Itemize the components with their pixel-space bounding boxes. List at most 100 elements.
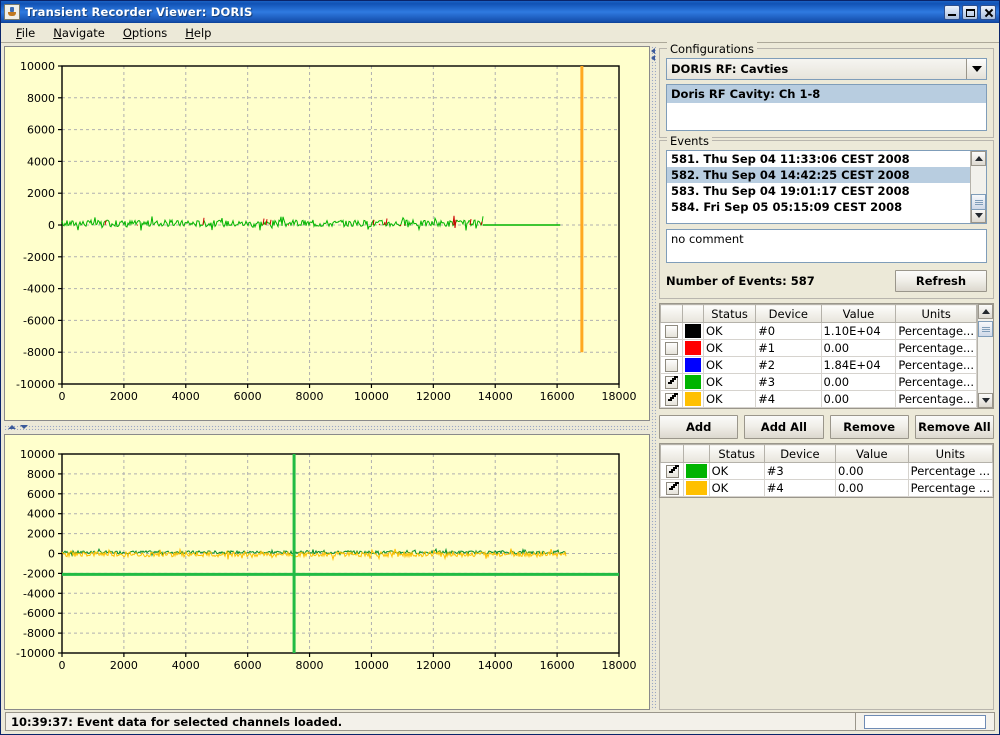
add-button[interactable]: Add xyxy=(659,415,739,439)
available-channels-table[interactable]: Status Device Value Units OK #0 1.10E+04 Pe… xyxy=(659,303,994,409)
scroll-thumb[interactable] xyxy=(971,194,986,210)
svg-text:4000: 4000 xyxy=(172,390,200,403)
checkbox-unchecked-icon[interactable] xyxy=(665,325,679,338)
close-button[interactable] xyxy=(980,4,996,20)
collapse-down-icon[interactable] xyxy=(20,425,28,429)
checkbox-checked-icon[interactable] xyxy=(665,465,679,478)
row-units: Percentage... xyxy=(895,356,977,374)
chart-bottom[interactable]: -10000 -8000 -6000 -4000 -2000 0 2000 4000 6000 8… xyxy=(4,434,650,710)
window-title: Transient Recorder Viewer: DORIS xyxy=(25,5,253,19)
checkbox-checked-icon[interactable] xyxy=(665,482,679,495)
collapse-up-icon[interactable] xyxy=(8,425,16,429)
list-item[interactable]: 584. Fri Sep 05 05:15:09 CEST 2008 xyxy=(667,199,970,215)
available-table-scrollbar[interactable] xyxy=(977,304,993,408)
row-checkbox-cell[interactable] xyxy=(659,479,685,497)
collapse-left-icon[interactable] xyxy=(651,48,655,54)
row-checkbox-cell[interactable] xyxy=(659,339,684,357)
minimize-button[interactable] xyxy=(944,4,960,20)
svg-text:-2000: -2000 xyxy=(23,251,55,264)
row-units: Percentage... xyxy=(895,339,977,357)
java-coffee-cup-icon xyxy=(4,4,20,20)
events-scrollbar[interactable] xyxy=(970,151,986,223)
checkbox-checked-icon[interactable] xyxy=(665,376,679,389)
menu-navigate[interactable]: Navigate xyxy=(44,24,114,42)
chart-top-svg: -10000 -8000 -6000 -4000 -2000 0 2000 4000 6000 8… xyxy=(16,60,636,403)
svg-text:6000: 6000 xyxy=(27,124,55,137)
configurations-legend: Configurations xyxy=(667,42,757,56)
refresh-button[interactable]: Refresh xyxy=(895,270,987,292)
remove-all-button[interactable]: Remove All xyxy=(914,415,994,439)
menu-options[interactable]: Options xyxy=(114,24,176,42)
scroll-down-icon[interactable] xyxy=(971,208,986,223)
row-status: OK xyxy=(702,322,757,340)
scroll-up-icon[interactable] xyxy=(978,304,993,319)
checkbox-unchecked-icon[interactable] xyxy=(665,359,679,372)
chevron-down-icon[interactable] xyxy=(966,59,986,79)
table-row[interactable]: OK #2 1.84E+04 Percentage... xyxy=(659,356,977,374)
row-value: 0.00 xyxy=(820,339,897,357)
svg-text:10000: 10000 xyxy=(20,448,55,461)
scroll-track[interactable] xyxy=(978,319,993,393)
application-window: Transient Recorder Viewer: DORIS File Na… xyxy=(0,0,1000,735)
row-color-cell xyxy=(683,479,710,497)
color-swatch xyxy=(686,464,707,478)
row-checkbox-cell[interactable] xyxy=(659,390,684,408)
table-row[interactable]: OK #4 0.00 Percentage ... xyxy=(659,479,994,497)
scroll-up-icon[interactable] xyxy=(971,151,986,166)
configuration-selected-value: DORIS RF: Cavties xyxy=(667,59,966,79)
row-value: 0.00 xyxy=(820,373,897,391)
events-list[interactable]: 581. Thu Sep 04 11:33:06 CEST 2008 582. … xyxy=(667,151,970,223)
vertical-split-divider[interactable] xyxy=(650,46,657,710)
menu-file[interactable]: File xyxy=(7,24,44,42)
svg-text:10000: 10000 xyxy=(20,60,55,73)
row-checkbox-cell[interactable] xyxy=(659,462,685,480)
th-status: Status xyxy=(708,444,765,463)
menu-help[interactable]: Help xyxy=(176,24,220,42)
configuration-listbox[interactable]: Doris RF Cavity: Ch 1-8 xyxy=(666,84,987,131)
checkbox-unchecked-icon[interactable] xyxy=(665,342,679,355)
list-item[interactable]: 582. Thu Sep 04 14:42:25 CEST 2008 xyxy=(667,167,970,183)
row-device: #3 xyxy=(755,373,822,391)
collapse-right-icon[interactable] xyxy=(651,55,655,61)
list-item[interactable]: 583. Thu Sep 04 19:01:17 CEST 2008 xyxy=(667,183,970,199)
horizontal-split-divider[interactable] xyxy=(4,421,650,434)
svg-text:16000: 16000 xyxy=(540,390,575,403)
configurations-group: Configurations DORIS RF: Cavties Doris R… xyxy=(659,42,994,138)
svg-text:6000: 6000 xyxy=(234,390,262,403)
svg-text:6000: 6000 xyxy=(234,659,262,672)
chart-top[interactable]: -10000 -8000 -6000 -4000 -2000 0 2000 4000 6000 8… xyxy=(4,46,650,421)
vsplit-collapse-arrows[interactable] xyxy=(650,48,657,62)
th-color xyxy=(683,444,710,463)
add-all-button[interactable]: Add All xyxy=(744,415,824,439)
table-row[interactable]: OK #0 1.10E+04 Percentage... xyxy=(659,322,977,340)
scroll-down-icon[interactable] xyxy=(978,393,993,408)
row-checkbox-cell[interactable] xyxy=(659,356,684,374)
list-item[interactable]: 581. Thu Sep 04 11:33:06 CEST 2008 xyxy=(667,151,970,167)
comment-field[interactable]: no comment xyxy=(666,229,987,263)
maximize-button[interactable] xyxy=(962,4,978,20)
divider-collapse-arrows[interactable] xyxy=(8,422,34,433)
scroll-thumb[interactable] xyxy=(978,321,993,337)
events-listbox[interactable]: 581. Thu Sep 04 11:33:06 CEST 2008 582. … xyxy=(666,150,987,224)
color-swatch xyxy=(685,375,701,389)
list-item[interactable]: Doris RF Cavity: Ch 1-8 xyxy=(667,85,986,103)
table-row[interactable]: OK #3 0.00 Percentage... xyxy=(659,373,977,391)
checkbox-checked-icon[interactable] xyxy=(665,393,679,406)
scroll-track[interactable] xyxy=(971,166,986,210)
configuration-combobox[interactable]: DORIS RF: Cavties xyxy=(666,58,987,80)
svg-text:4000: 4000 xyxy=(27,155,55,168)
row-units: Percentage... xyxy=(895,373,977,391)
table-row[interactable]: OK #4 0.00 Percentage... xyxy=(659,390,977,408)
svg-text:18000: 18000 xyxy=(602,659,637,672)
th-check xyxy=(659,304,684,323)
row-checkbox-cell[interactable] xyxy=(659,373,684,391)
row-checkbox-cell[interactable] xyxy=(659,322,684,340)
svg-text:0: 0 xyxy=(59,390,66,403)
svg-text:-4000: -4000 xyxy=(23,587,55,600)
table-row[interactable]: OK #3 0.00 Percentage ... xyxy=(659,462,994,480)
svg-text:16000: 16000 xyxy=(540,659,575,672)
table-row[interactable]: OK #1 0.00 Percentage... xyxy=(659,339,977,357)
row-units: Percentage... xyxy=(895,322,977,340)
remove-button[interactable]: Remove xyxy=(829,415,909,439)
selected-channels-table[interactable]: Status Device Value Units OK #3 0.00 Percen… xyxy=(659,443,994,498)
